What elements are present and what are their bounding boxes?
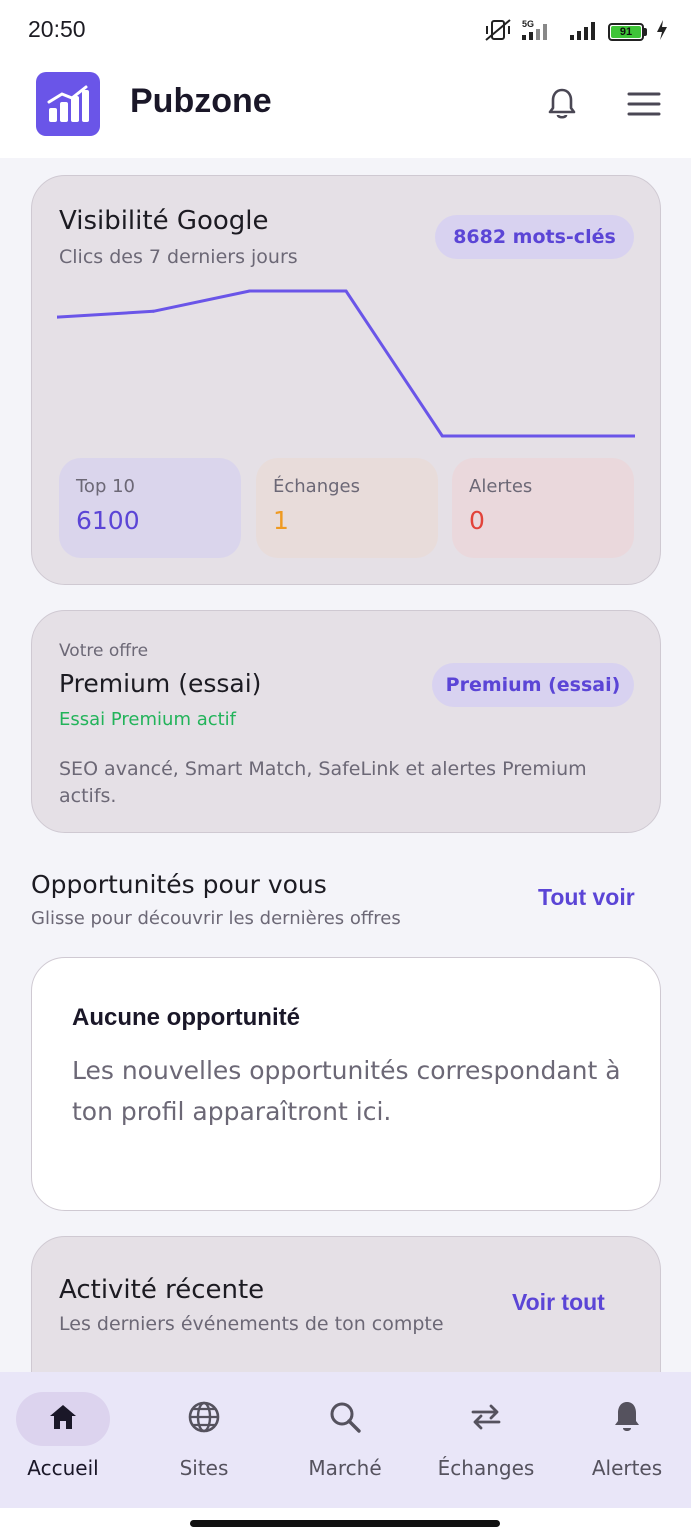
chart-point-4 [344, 289, 348, 293]
stat-alertes-label: Alertes [469, 476, 533, 497]
opportunities-title: Opportunités pour vous [31, 870, 327, 899]
globe-icon [187, 1400, 221, 1438]
logo-chart-icon [36, 72, 100, 136]
status-time: 20:50 [28, 16, 86, 42]
app-header: Pubzone [0, 60, 691, 158]
chart-point-5 [440, 434, 444, 438]
stat-top10-value: 6100 [76, 506, 140, 535]
swap-icon [469, 1402, 503, 1436]
activity-title: Activité récente [59, 1275, 265, 1305]
chart-series-line [57, 289, 635, 438]
stat-alertes-value: 0 [469, 506, 485, 535]
stat-top10-label: Top 10 [76, 476, 136, 497]
empty-title: Aucune opportunité [72, 1004, 300, 1031]
stat-top10[interactable]: Top 10 6100 [59, 458, 241, 558]
nav-item-sites[interactable]: Sites [144, 1392, 264, 1492]
charging-icon [655, 18, 669, 46]
signal-icon [568, 18, 600, 46]
clicks-line-chart [57, 289, 635, 438]
signal-5g-icon: 5G [520, 18, 560, 46]
premium-badge: Premium (essai) [432, 663, 634, 707]
visibility-card[interactable]: Visibilité Google Clics des 7 derniers j… [31, 175, 661, 585]
notifications-button[interactable] [540, 84, 584, 128]
menu-button[interactable] [622, 84, 666, 128]
nav-item-marche[interactable]: Marché [285, 1392, 405, 1492]
visibility-title: Visibilité Google [59, 206, 269, 236]
bell-icon [547, 87, 577, 125]
nav-item-echanges[interactable]: Échanges [426, 1392, 546, 1492]
offer-status: Essai Premium actif [59, 709, 237, 730]
offer-card[interactable]: Votre offre Premium (essai) Essai Premiu… [31, 610, 661, 833]
nav-label-echanges: Échanges [437, 1456, 535, 1480]
nav-item-alertes[interactable]: Alertes [567, 1392, 687, 1492]
status-bar: 20:50 5G 91 [0, 0, 691, 60]
visibility-subtitle: Clics des 7 derniers jours [59, 246, 298, 268]
chart-point-6 [537, 434, 541, 438]
chart-point-2 [151, 309, 155, 313]
nav-label-alertes: Alertes [591, 1456, 663, 1480]
vibrate-off-icon [484, 18, 512, 46]
opportunities-subtitle: Glisse pour découvrir les dernières offr… [31, 908, 401, 929]
offer-label: Votre offre [59, 641, 149, 661]
app-title: Pubzone [130, 82, 272, 120]
stat-echanges-label: Échanges [273, 476, 360, 497]
offer-name: Premium (essai) [59, 669, 262, 698]
see-all-activity-link[interactable]: Voir tout [512, 1289, 605, 1316]
search-icon [328, 1400, 362, 1438]
stat-echanges-value: 1 [273, 506, 289, 535]
activity-subtitle: Les derniers événements de ton compte [59, 1313, 444, 1335]
keywords-badge: 8682 mots-clés [435, 215, 634, 259]
stat-alertes[interactable]: Alertes 0 [452, 458, 634, 558]
battery-level: 91 [611, 26, 641, 38]
nav-label-accueil: Accueil [27, 1456, 99, 1480]
status-icons: 5G 91 [484, 18, 669, 46]
nav-label-sites: Sites [179, 1456, 229, 1480]
empty-text: Les nouvelles opportunités correspondant… [72, 1056, 621, 1126]
stat-echanges[interactable]: Échanges 1 [256, 458, 438, 558]
chart-point-3 [248, 289, 252, 293]
home-icon [47, 1402, 79, 1436]
see-all-opportunities-link[interactable]: Tout voir [538, 884, 635, 911]
nav-item-accueil[interactable]: Accueil [3, 1392, 123, 1492]
svg-text:5G: 5G [522, 19, 534, 29]
bell-icon [612, 1400, 642, 1438]
battery-icon: 91 [608, 23, 647, 41]
nav-label-marche: Marché [308, 1456, 382, 1480]
home-indicator[interactable] [190, 1520, 500, 1527]
offer-description: SEO avancé, Smart Match, SafeLink et ale… [59, 758, 587, 807]
menu-icon [627, 91, 661, 121]
empty-opportunities-card: Aucune opportunité Les nouvelles opportu… [31, 957, 661, 1211]
